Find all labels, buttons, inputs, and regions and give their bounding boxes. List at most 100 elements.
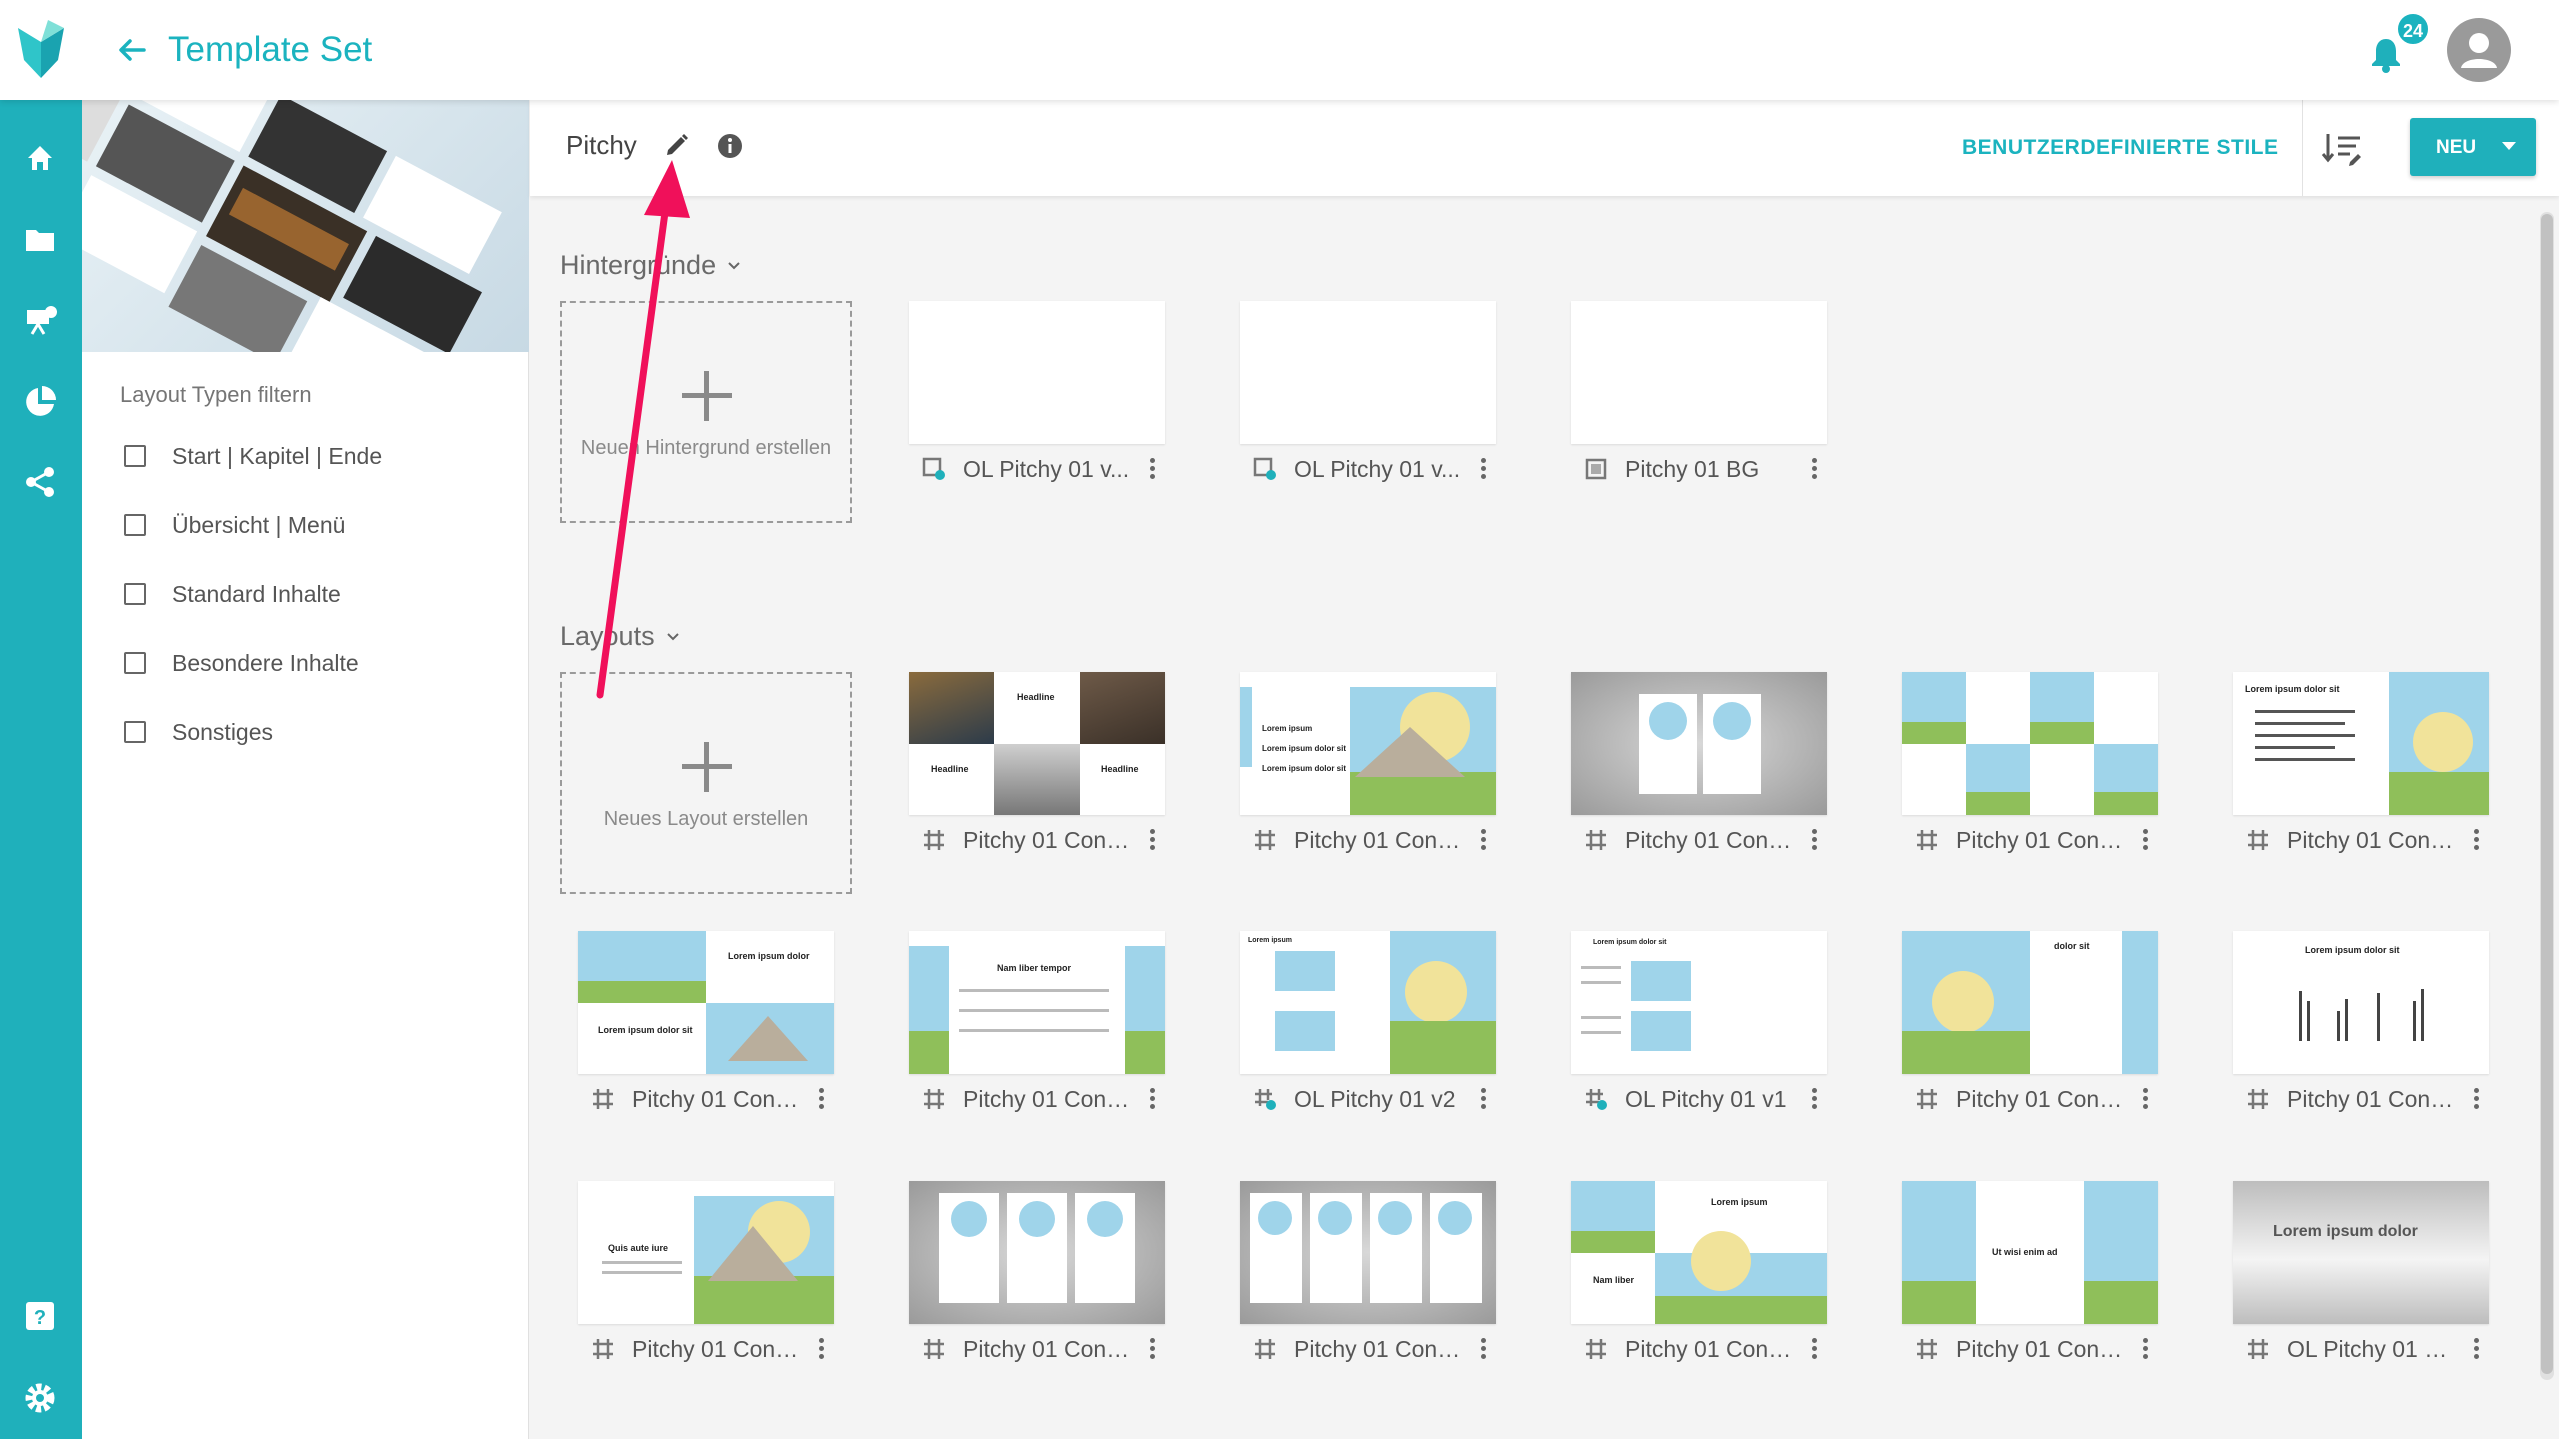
layout-tile[interactable]: Pitchy 01 Cont... xyxy=(909,1181,1165,1374)
layout-tile[interactable]: Lorem ipsum Lorem ipsum dolor sit Lorem … xyxy=(1240,672,1496,865)
tile-caption: Pitchy 01 Cont... xyxy=(909,1074,1165,1124)
background-tile[interactable]: OL Pitchy 01 v... xyxy=(909,301,1165,494)
create-layout-tile[interactable]: Neues Layout erstellen xyxy=(560,672,852,894)
layouts-section-title[interactable]: Layouts xyxy=(560,621,681,652)
filter-checkbox[interactable] xyxy=(124,514,146,536)
filter-special-content[interactable]: Besondere Inhalte xyxy=(124,643,359,683)
layout-tile[interactable]: Lorem ipsum OL Pitchy 01 v2 xyxy=(1240,931,1496,1124)
layout-tile[interactable]: dolor sit Pitchy 01 Cont... xyxy=(1902,931,2158,1124)
more-options-icon[interactable] xyxy=(814,1086,828,1112)
filter-panel: Layout Typen filtern Start | Kapitel | E… xyxy=(82,100,529,1439)
layout-thumbnail[interactable] xyxy=(1571,672,1827,815)
more-options-icon[interactable] xyxy=(2469,1336,2483,1362)
layout-thumbnail[interactable] xyxy=(1240,1181,1496,1324)
background-tile[interactable]: OL Pitchy 01 v... xyxy=(1240,301,1496,494)
user-avatar[interactable] xyxy=(2447,18,2511,82)
more-options-icon[interactable] xyxy=(1145,827,1159,853)
linked-background-icon xyxy=(1253,457,1276,480)
new-button[interactable]: NEU xyxy=(2410,118,2536,176)
layout-thumbnail[interactable]: Lorem ipsum Lorem ipsum dolor sit Lorem … xyxy=(1240,672,1496,815)
more-options-icon[interactable] xyxy=(2469,827,2483,853)
sort-filter-icon[interactable] xyxy=(2320,126,2366,170)
help-icon[interactable]: ? xyxy=(20,1296,60,1336)
layout-thumbnail[interactable]: Nam liber tempor xyxy=(909,931,1165,1074)
layout-tile[interactable]: Lorem ipsum dolor OL Pitchy 01 S... xyxy=(2233,1181,2489,1374)
tile-caption: Pitchy 01 Cont... xyxy=(2233,815,2489,865)
chevron-down-icon xyxy=(666,632,679,640)
layout-tile[interactable]: Lorem ipsum Nam liber Pitchy 01 Cont... xyxy=(1571,1181,1827,1374)
edit-pencil-icon[interactable] xyxy=(660,130,692,162)
filter-checkbox[interactable] xyxy=(124,583,146,605)
info-icon[interactable] xyxy=(714,130,746,162)
layout-thumbnail[interactable]: Lorem ipsum dolor Lorem ipsum dolor sit xyxy=(578,931,834,1074)
layout-tile[interactable]: Nam liber tempor Pitchy 01 Cont... xyxy=(909,931,1165,1124)
more-options-icon[interactable] xyxy=(1807,1086,1821,1112)
backgrounds-section-title[interactable]: Hintergründe xyxy=(560,250,742,281)
back-arrow-icon[interactable] xyxy=(112,30,152,70)
more-options-icon[interactable] xyxy=(2138,1336,2152,1362)
layout-thumbnail[interactable]: dolor sit xyxy=(1902,931,2158,1074)
pie-chart-icon[interactable] xyxy=(20,382,60,422)
layout-thumbnail[interactable]: Lorem ipsum xyxy=(1240,931,1496,1074)
layout-thumbnail[interactable]: Headline Headline Headline xyxy=(909,672,1165,815)
more-options-icon[interactable] xyxy=(1807,1336,1821,1362)
layout-thumbnail[interactable]: Quis aute iure xyxy=(578,1181,834,1324)
layout-tile[interactable]: Quis aute iure Pitchy 01 Cont... xyxy=(578,1181,834,1374)
presentation-icon[interactable] xyxy=(20,300,60,340)
filter-checkbox[interactable] xyxy=(124,652,146,674)
filter-overview-menu[interactable]: Übersicht | Menü xyxy=(124,505,345,545)
thumb-text: Lorem ipsum dolor sit xyxy=(598,1025,693,1035)
layout-thumbnail[interactable]: Lorem ipsum dolor xyxy=(2233,1181,2489,1324)
more-options-icon[interactable] xyxy=(1807,827,1821,853)
app-logo[interactable] xyxy=(18,20,64,78)
more-options-icon[interactable] xyxy=(2138,1086,2152,1112)
settings-gear-icon[interactable] xyxy=(20,1378,60,1418)
filter-checkbox[interactable] xyxy=(124,445,146,467)
filter-start-chapter-end[interactable]: Start | Kapitel | Ende xyxy=(124,436,382,476)
layout-tile[interactable]: Headline Headline Headline Pitchy 01 Con… xyxy=(909,672,1165,865)
layout-thumbnail[interactable]: Lorem ipsum Nam liber xyxy=(1571,1181,1827,1324)
home-icon[interactable] xyxy=(20,138,60,178)
scrollbar-thumb[interactable] xyxy=(2541,214,2553,1374)
more-options-icon[interactable] xyxy=(2469,1086,2483,1112)
layout-thumbnail[interactable]: Lorem ipsum dolor sit xyxy=(2233,672,2489,815)
layout-tile[interactable]: Lorem ipsum dolor sit Pitchy 01 Cont... xyxy=(2233,931,2489,1124)
tile-name: Pitchy 01 Cont... xyxy=(1625,1335,1793,1362)
layout-tile[interactable]: Lorem ipsum dolor Lorem ipsum dolor sit … xyxy=(578,931,834,1124)
filter-other[interactable]: Sonstiges xyxy=(124,712,273,752)
background-thumbnail[interactable] xyxy=(909,301,1165,444)
tile-name: Pitchy 01 Cont... xyxy=(2287,1085,2455,1112)
tile-caption: Pitchy 01 Cont... xyxy=(1240,815,1496,865)
layout-tile[interactable]: Lorem ipsum dolor sit OL Pitchy 01 v1 xyxy=(1571,931,1827,1124)
more-options-icon[interactable] xyxy=(2138,827,2152,853)
layout-thumbnail[interactable] xyxy=(1902,672,2158,815)
background-thumbnail[interactable] xyxy=(1240,301,1496,444)
custom-styles-button[interactable]: BENUTZERDEFINIERTE STILE xyxy=(1962,136,2279,160)
more-options-icon[interactable] xyxy=(1476,1086,1490,1112)
more-options-icon[interactable] xyxy=(1476,827,1490,853)
layout-tile[interactable]: Lorem ipsum dolor sit Pitchy 01 Cont... xyxy=(2233,672,2489,865)
thumb-text: Headline xyxy=(1017,692,1055,702)
share-icon[interactable] xyxy=(20,462,60,502)
layout-tile[interactable]: Pitchy 01 Cont... xyxy=(1902,672,2158,865)
background-thumbnail[interactable] xyxy=(1571,301,1827,444)
layout-tile[interactable]: Pitchy 01 Cont... xyxy=(1571,672,1827,865)
filter-standard-content[interactable]: Standard Inhalte xyxy=(124,574,341,614)
layout-tile[interactable]: Ut wisi enim ad Pitchy 01 Cont... xyxy=(1902,1181,2158,1374)
more-options-icon[interactable] xyxy=(1145,1336,1159,1362)
layout-thumbnail[interactable]: Lorem ipsum dolor sit xyxy=(1571,931,1827,1074)
layout-tile[interactable]: Pitchy 01 Cont... xyxy=(1240,1181,1496,1374)
layout-thumbnail[interactable]: Ut wisi enim ad xyxy=(1902,1181,2158,1324)
more-options-icon[interactable] xyxy=(1145,1086,1159,1112)
more-options-icon[interactable] xyxy=(1476,1336,1490,1362)
folder-icon[interactable] xyxy=(20,220,60,260)
layout-thumbnail[interactable] xyxy=(909,1181,1165,1324)
background-tile[interactable]: Pitchy 01 BG xyxy=(1571,301,1827,494)
layout-thumbnail[interactable]: Lorem ipsum dolor sit xyxy=(2233,931,2489,1074)
more-options-icon[interactable] xyxy=(1807,456,1821,482)
more-options-icon[interactable] xyxy=(1476,456,1490,482)
more-options-icon[interactable] xyxy=(814,1336,828,1362)
create-background-tile[interactable]: Neuen Hintergrund erstellen xyxy=(560,301,852,523)
filter-checkbox[interactable] xyxy=(124,721,146,743)
more-options-icon[interactable] xyxy=(1145,456,1159,482)
